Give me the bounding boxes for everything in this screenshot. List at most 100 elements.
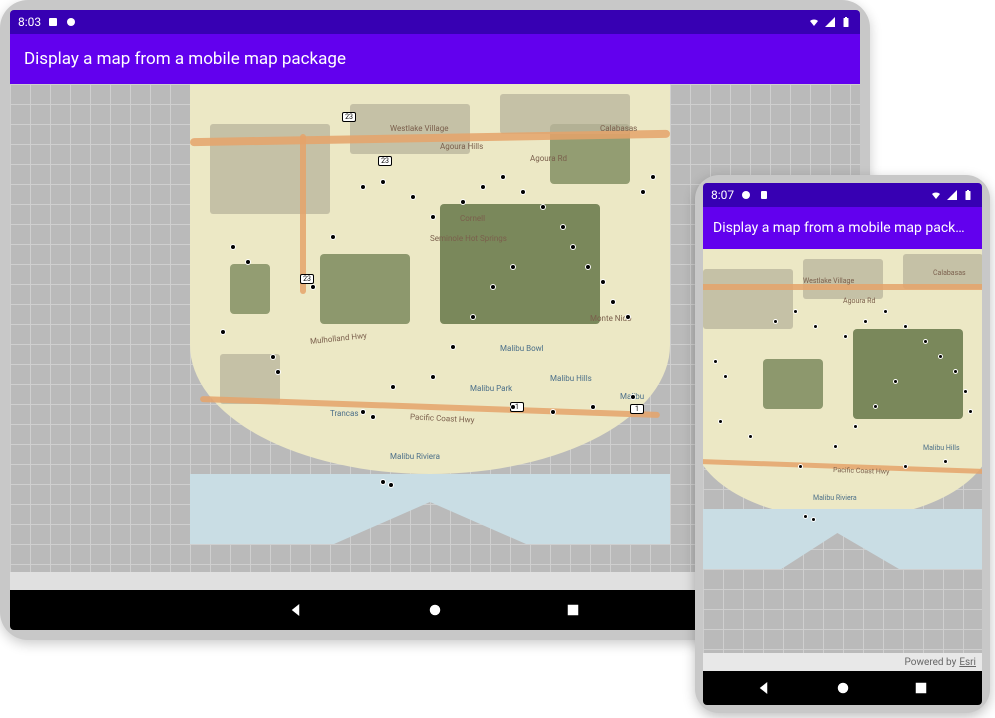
debug-icon: [758, 189, 770, 201]
nav-back-icon[interactable]: [288, 601, 306, 619]
map-poi: [963, 389, 968, 394]
app-indicator-icon: [47, 16, 59, 28]
map-poi: [470, 314, 476, 320]
status-clock: 8:07: [711, 188, 734, 202]
nav-recent-icon[interactable]: [912, 679, 930, 697]
map-poi: [270, 354, 276, 360]
app-title: Display a map from a mobile map pack…: [713, 220, 972, 236]
phone-screen: 8:07 Display: [703, 183, 982, 705]
nav-home-icon[interactable]: [426, 601, 444, 619]
map-poi: [380, 479, 386, 485]
map-poi: [585, 264, 591, 270]
map-poi: [510, 264, 516, 270]
map-place-label: Malibu Park: [470, 384, 512, 393]
route-shield: 1: [630, 404, 644, 414]
map-place-label: Trancas: [330, 409, 358, 418]
map-place-label: Malibu Hills: [923, 444, 960, 452]
attribution-prefix: Powered by: [905, 657, 957, 668]
map-poi: [748, 434, 753, 439]
map-poi: [883, 309, 888, 314]
map-place-label: Malibu Riviera: [813, 494, 857, 502]
map-view[interactable]: Westlake Village Agoura Rd Calabasas Mal…: [703, 249, 982, 671]
map-place-label: Agoura Rd: [843, 297, 875, 305]
map-vegetation: [320, 254, 410, 324]
map-poi: [713, 359, 718, 364]
map-place-label: Westlake Village: [803, 277, 854, 285]
map-poi: [388, 482, 394, 488]
map-poi: [943, 459, 948, 464]
signal-icon: [824, 16, 836, 28]
wifi-icon: [930, 189, 942, 201]
map-place-label: Calabasas: [933, 269, 966, 277]
map-road-23: [300, 134, 306, 294]
nav-back-icon[interactable]: [756, 679, 774, 697]
map-place-label: Malibu Bowl: [500, 344, 544, 353]
map-poi: [903, 464, 908, 469]
map-poi: [390, 384, 396, 390]
map-poi: [330, 234, 336, 240]
route-shield: 23: [300, 274, 314, 284]
map-poi: [430, 214, 436, 220]
app-bar: Display a map from a mobile map package: [10, 34, 860, 84]
map-poi: [853, 424, 858, 429]
map-poi: [793, 309, 798, 314]
map-poi: [520, 189, 526, 195]
map-poi: [410, 194, 416, 200]
attribution-link[interactable]: Esri: [959, 657, 976, 668]
map-road-label: Agoura Rd: [530, 154, 567, 163]
map-poi: [560, 224, 566, 230]
map-poi: [813, 324, 818, 329]
wifi-icon: [808, 16, 820, 28]
circle-icon: [65, 16, 77, 28]
nav-recent-icon[interactable]: [564, 601, 582, 619]
map-poi: [245, 259, 251, 265]
map-poi: [490, 284, 496, 290]
map-place-label: Westlake Village: [390, 124, 448, 133]
status-bar: 8:03: [10, 10, 860, 34]
map-poi: [460, 199, 466, 205]
map-poi: [380, 179, 386, 185]
map-poi: [893, 379, 898, 384]
status-clock: 8:03: [18, 15, 41, 29]
map-place-label: Cornell: [460, 214, 485, 223]
map-poi: [923, 339, 928, 344]
map-vegetation: [853, 329, 963, 419]
route-shield: 23: [378, 156, 392, 166]
map-poi: [570, 244, 576, 250]
map-poi: [550, 409, 556, 415]
map-poi: [600, 279, 606, 285]
map-place-label: Calabasas: [600, 124, 637, 133]
map-vegetation: [763, 359, 823, 409]
map-poi: [360, 184, 366, 190]
signal-icon: [946, 189, 958, 201]
map-poi: [480, 184, 486, 190]
map-attribution: Powered by Esri: [703, 653, 982, 671]
system-nav-bar: [703, 671, 982, 705]
map-poi: [610, 299, 616, 305]
map-poi: [863, 319, 868, 324]
map-poi: [953, 369, 958, 374]
app-title: Display a map from a mobile map package: [24, 49, 346, 69]
map-poi: [625, 314, 631, 320]
map-poi: [833, 444, 838, 449]
map-poi: [450, 344, 456, 350]
map-vegetation: [230, 264, 270, 314]
nav-home-icon[interactable]: [834, 679, 852, 697]
map-poi: [360, 409, 366, 415]
map-built-area: [703, 269, 793, 329]
map-poi: [430, 374, 436, 380]
map-place-label: Seminole Hot Springs: [430, 234, 507, 243]
status-bar: 8:07: [703, 183, 982, 207]
phone-device: 8:07 Display: [695, 175, 990, 713]
map-poi: [938, 354, 943, 359]
map-poi: [843, 334, 848, 339]
circle-icon: [740, 189, 752, 201]
map-poi: [798, 464, 803, 469]
map-place-label: Malibu Riviera: [390, 452, 440, 461]
battery-icon: [840, 16, 852, 28]
map-poi: [370, 414, 376, 420]
map-poi: [590, 404, 596, 410]
map-poi: [510, 404, 516, 410]
map-poi: [903, 324, 908, 329]
map-poi: [723, 374, 728, 379]
